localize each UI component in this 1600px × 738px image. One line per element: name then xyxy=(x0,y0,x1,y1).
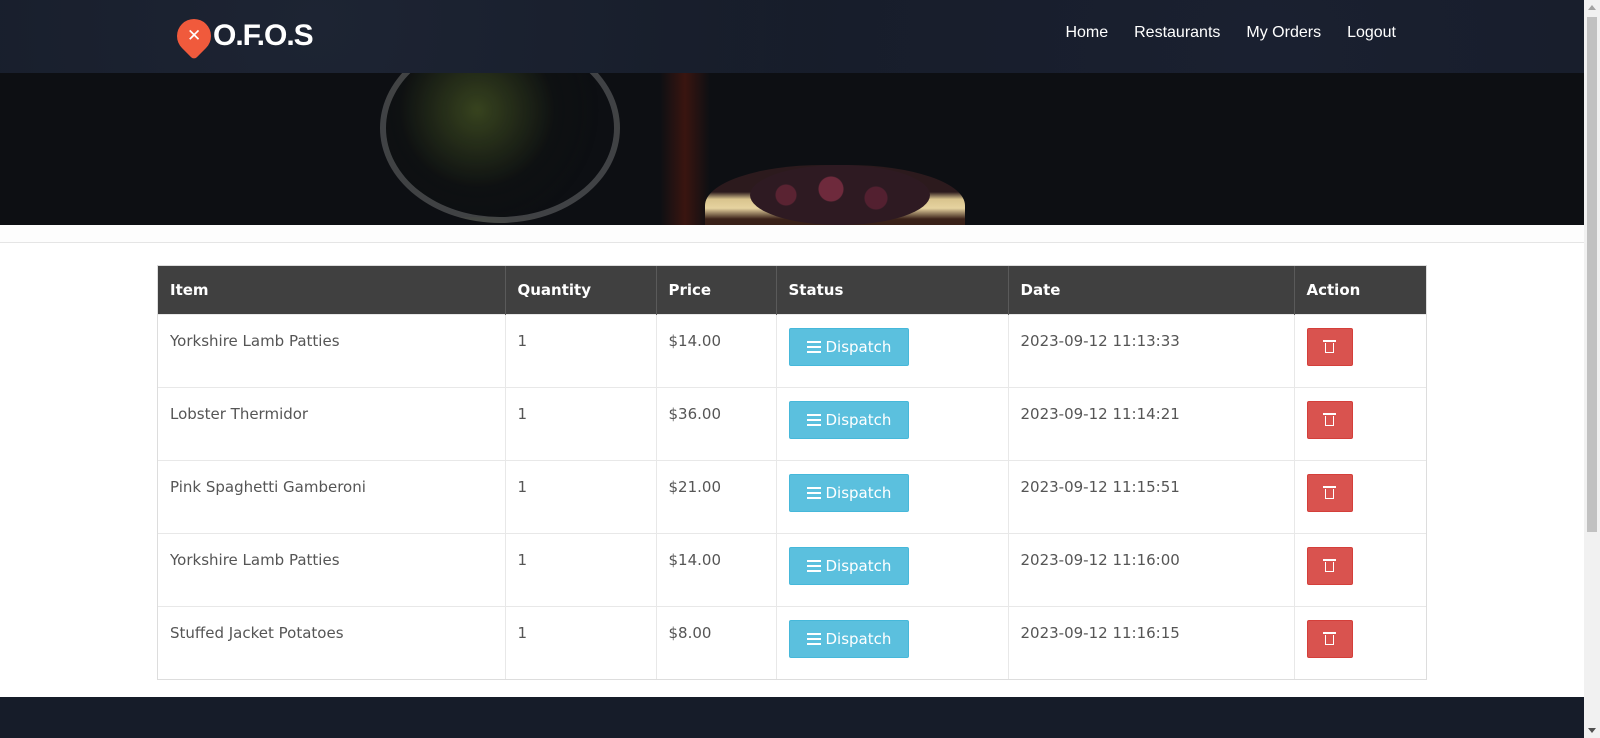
dispatch-label: Dispatch xyxy=(825,410,892,429)
menu-icon xyxy=(806,630,821,648)
cell-item: Pink Spaghetti Gamberoni xyxy=(158,459,506,533)
cell-date: 2023-09-12 11:13:33 xyxy=(1008,313,1295,387)
trash-icon xyxy=(1323,632,1336,645)
dispatch-label: Dispatch xyxy=(825,556,892,575)
cell-status: Dispatch xyxy=(776,532,1009,606)
cell-date: 2023-09-12 11:14:21 xyxy=(1008,386,1295,460)
cell-price: $36.00 xyxy=(656,386,777,460)
hero-banner-image xyxy=(0,73,1584,225)
table-row: Lobster Thermidor 1 $36.00 Dispatch 2023… xyxy=(158,386,1426,460)
logo-text: O.F.O.S xyxy=(213,19,314,52)
cell-date: 2023-09-12 11:15:51 xyxy=(1008,459,1295,533)
trash-icon xyxy=(1323,413,1336,426)
delete-button[interactable] xyxy=(1306,619,1353,658)
dispatch-button[interactable]: Dispatch xyxy=(788,546,910,585)
cell-price: $14.00 xyxy=(656,313,777,387)
cell-action xyxy=(1294,459,1426,533)
nav-logout[interactable]: Logout xyxy=(1347,24,1396,42)
cell-quantity: 1 xyxy=(505,605,657,679)
menu-icon xyxy=(806,557,821,575)
hero-berries-shape xyxy=(750,165,930,225)
cell-action xyxy=(1294,532,1426,606)
dispatch-label: Dispatch xyxy=(825,483,892,502)
cell-item: Stuffed Jacket Potatoes xyxy=(158,605,506,679)
table-row: Stuffed Jacket Potatoes 1 $8.00 Dispatch… xyxy=(158,605,1426,679)
top-navbar: ✕ O.F.O.S Home Restaurants My Orders Log… xyxy=(0,0,1584,73)
dispatch-button[interactable]: Dispatch xyxy=(788,619,910,658)
cell-action xyxy=(1294,605,1426,679)
scrollbar-thumb[interactable] xyxy=(1587,17,1597,532)
delete-button[interactable] xyxy=(1306,327,1353,366)
delete-button[interactable] xyxy=(1306,400,1353,439)
col-quantity: Quantity xyxy=(505,266,657,314)
trash-icon xyxy=(1323,486,1336,499)
orders-table: Item Quantity Price Status Date Action Y… xyxy=(157,265,1427,680)
page: ✕ O.F.O.S Home Restaurants My Orders Log… xyxy=(0,0,1600,738)
cell-item: Yorkshire Lamb Patties xyxy=(158,532,506,606)
col-action: Action xyxy=(1306,280,1361,299)
cell-quantity: 1 xyxy=(505,532,657,606)
cell-status: Dispatch xyxy=(776,459,1009,533)
nav-restaurants[interactable]: Restaurants xyxy=(1134,24,1220,42)
utensils-pin-icon: ✕ xyxy=(169,11,219,61)
cell-item: Yorkshire Lamb Patties xyxy=(158,313,506,387)
vertical-scrollbar[interactable] xyxy=(1584,0,1600,738)
cell-item: Lobster Thermidor xyxy=(158,386,506,460)
trash-icon xyxy=(1323,559,1336,572)
dispatch-label: Dispatch xyxy=(825,629,892,648)
cell-quantity: 1 xyxy=(505,459,657,533)
menu-icon xyxy=(806,411,821,429)
nav-my-orders[interactable]: My Orders xyxy=(1246,24,1321,42)
cell-quantity: 1 xyxy=(505,386,657,460)
site-logo[interactable]: ✕ O.F.O.S xyxy=(169,11,314,61)
scroll-up-arrow-icon[interactable] xyxy=(1588,5,1596,10)
cell-action xyxy=(1294,313,1426,387)
col-price: Price xyxy=(656,266,777,314)
cell-price: $14.00 xyxy=(656,532,777,606)
cell-quantity: 1 xyxy=(505,313,657,387)
col-status: Status xyxy=(776,266,1009,314)
menu-icon xyxy=(806,484,821,502)
dispatch-button[interactable]: Dispatch xyxy=(788,400,910,439)
table-row: Pink Spaghetti Gamberoni 1 $21.00 Dispat… xyxy=(158,459,1426,533)
cell-status: Dispatch xyxy=(776,605,1009,679)
cell-action xyxy=(1294,386,1426,460)
cell-status: Dispatch xyxy=(776,386,1009,460)
cell-price: $8.00 xyxy=(656,605,777,679)
hero-background-shape xyxy=(660,73,710,225)
table-header-row: Item Quantity Price Status Date Action xyxy=(158,266,1426,314)
table-row: Yorkshire Lamb Patties 1 $14.00 Dispatch… xyxy=(158,313,1426,387)
col-date: Date xyxy=(1008,266,1295,314)
hero-glass-shape xyxy=(380,73,620,223)
dispatch-button[interactable]: Dispatch xyxy=(788,473,910,512)
main-nav: Home Restaurants My Orders Logout xyxy=(1039,24,1396,42)
cell-date: 2023-09-12 11:16:15 xyxy=(1008,605,1295,679)
section-divider xyxy=(0,225,1584,243)
cell-price: $21.00 xyxy=(656,459,777,533)
delete-button[interactable] xyxy=(1306,546,1353,585)
menu-icon xyxy=(806,338,821,356)
cell-date: 2023-09-12 11:16:00 xyxy=(1008,532,1295,606)
page-footer xyxy=(0,697,1584,738)
nav-home[interactable]: Home xyxy=(1065,24,1108,42)
trash-icon xyxy=(1323,340,1336,353)
cell-status: Dispatch xyxy=(776,313,1009,387)
table-row: Yorkshire Lamb Patties 1 $14.00 Dispatch… xyxy=(158,532,1426,606)
dispatch-label: Dispatch xyxy=(825,337,892,356)
delete-button[interactable] xyxy=(1306,473,1353,512)
dispatch-button[interactable]: Dispatch xyxy=(788,327,910,366)
col-item: Item xyxy=(158,266,506,314)
scroll-down-arrow-icon[interactable] xyxy=(1588,728,1596,733)
